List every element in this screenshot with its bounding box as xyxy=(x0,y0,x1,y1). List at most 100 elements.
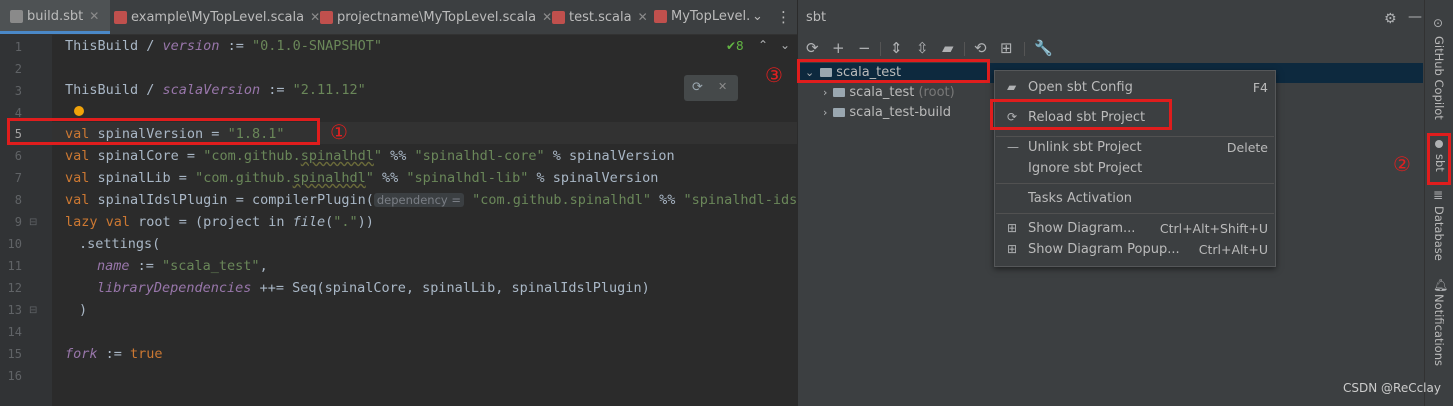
tab-label: test.scala xyxy=(569,10,632,25)
diagram-icon: ⊞ xyxy=(1007,242,1018,256)
code-line: fork := true xyxy=(65,346,163,362)
reload-all-icon[interactable]: ⟳ xyxy=(806,40,819,56)
line-number: 10 xyxy=(7,237,22,251)
menu-item-open-sbt-config[interactable]: ▰ Open sbt Config F4 xyxy=(995,77,1275,99)
tab-mytoplevel-truncated[interactable]: MyTopLevel. xyxy=(650,0,749,34)
menu-item-ignore-sbt-project[interactable]: Ignore sbt Project xyxy=(995,158,1275,180)
toolbar-divider xyxy=(880,42,881,56)
gear-icon[interactable]: ⚙ xyxy=(1384,11,1397,27)
diagram-icon[interactable]: ⊞ xyxy=(1000,40,1013,56)
intention-bulb-icon[interactable] xyxy=(74,106,84,116)
module-folder-icon xyxy=(833,108,846,117)
code-line: ThisBuild / scalaVersion := "2.11.12" xyxy=(65,82,366,98)
menu-item-unlink-sbt-project[interactable]: — Unlink sbt Project Delete xyxy=(995,137,1275,159)
tab-build-sbt[interactable]: build.sbt ✕ xyxy=(0,0,110,34)
toolbar-divider xyxy=(964,42,965,56)
code-editor[interactable]: ThisBuild / version := "0.1.0-SNAPSHOT" … xyxy=(52,35,797,406)
run-task-icon[interactable]: ⟲ xyxy=(974,40,987,56)
close-icon[interactable]: ✕ xyxy=(638,10,648,24)
editor-tab-bar: build.sbt ✕ example\MyTopLevel.scala ✕ pro… xyxy=(0,0,797,35)
code-line: val spinalLib = "com.github.spinalhdl" %… xyxy=(65,170,659,186)
parameter-hint: dependency = xyxy=(373,193,464,207)
scala-file-icon xyxy=(654,10,667,23)
expand-all-icon[interactable]: ⇕ xyxy=(890,40,903,56)
close-icon[interactable]: ✕ xyxy=(89,9,99,23)
tree-item-label: scala_test-build xyxy=(849,105,951,120)
tab-projectname-mytoplevel[interactable]: projectname\MyTopLevel.scala ✕ xyxy=(316,0,552,34)
fold-marker-icon[interactable]: ⊟ xyxy=(29,305,37,316)
menu-item-shortcut: F4 xyxy=(1252,80,1268,95)
annotation-marker-2: ② xyxy=(1393,152,1411,176)
highlight-box-spinal-version xyxy=(7,118,320,145)
scala-file-icon xyxy=(552,11,565,24)
settings-wrench-icon[interactable]: 🔧 xyxy=(1034,40,1053,56)
scala-file-icon xyxy=(114,11,127,24)
tab-label: build.sbt xyxy=(27,9,84,24)
minus-icon: — xyxy=(1007,140,1019,154)
menu-item-shortcut: Delete xyxy=(1226,140,1268,155)
chevron-right-icon[interactable]: › xyxy=(823,106,827,119)
fold-marker-icon[interactable]: ⊟ xyxy=(29,217,37,228)
tool-button-notifications[interactable]: Notifications xyxy=(1432,294,1446,366)
tab-overflow-chevron-icon[interactable]: ⌄ xyxy=(752,0,768,34)
scala-file-icon xyxy=(320,11,333,24)
tab-example-mytoplevel[interactable]: example\MyTopLevel.scala ✕ xyxy=(110,0,320,34)
menu-item-label: Show Diagram Popup... xyxy=(1028,242,1180,257)
sbt-reload-icon[interactable]: ⟳ xyxy=(692,80,703,95)
line-number: 1 xyxy=(14,40,22,54)
line-number: 2 xyxy=(14,62,22,76)
code-line: ThisBuild / version := "0.1.0-SNAPSHOT" xyxy=(65,38,383,54)
menu-item-show-diagram[interactable]: ⊞ Show Diagram... Ctrl+Alt+Shift+U xyxy=(995,218,1275,240)
chevron-right-icon[interactable]: › xyxy=(823,86,827,99)
line-number: 7 xyxy=(14,171,22,185)
code-line: .settings( xyxy=(79,236,161,252)
tree-item-suffix: (root) xyxy=(918,85,955,100)
menu-item-show-diagram-popup[interactable]: ⊞ Show Diagram Popup... Ctrl+Alt+U xyxy=(995,239,1275,261)
copilot-icon: ⊙ xyxy=(1433,16,1444,30)
next-highlight-icon[interactable]: ⌄ xyxy=(780,38,790,52)
code-line: val spinalIdslPlugin = compilerPlugin(de… xyxy=(65,192,797,208)
line-number: 12 xyxy=(7,281,22,295)
more-icon[interactable]: ⋮ xyxy=(776,0,791,34)
line-number: 13 xyxy=(7,303,22,317)
menu-item-label: Open sbt Config xyxy=(1028,80,1133,95)
tree-item-label: scala_test xyxy=(849,85,915,100)
menu-item-label: Ignore sbt Project xyxy=(1028,161,1143,176)
menu-item-label: Unlink sbt Project xyxy=(1028,140,1142,155)
highlight-box-reload xyxy=(990,99,1172,130)
menu-separator xyxy=(996,183,1274,184)
tree-item-scala-test-root[interactable]: › scala_test (root) xyxy=(823,85,955,100)
line-number: 15 xyxy=(7,347,22,361)
close-icon[interactable]: ✕ xyxy=(718,80,727,93)
tool-button-github-copilot[interactable]: GitHub Copilot xyxy=(1432,36,1446,120)
bell-icon: 🔔︎ xyxy=(1433,278,1449,292)
module-folder-icon xyxy=(833,88,846,97)
tab-test-scala[interactable]: test.scala ✕ xyxy=(548,0,652,34)
line-number: 8 xyxy=(14,193,22,207)
line-number: 6 xyxy=(14,149,22,163)
tool-button-database[interactable]: Database xyxy=(1432,206,1446,261)
code-line: lazy val root = (project in file(".")) xyxy=(65,214,374,230)
inspection-count[interactable]: ✔8 xyxy=(726,39,744,53)
line-number: 14 xyxy=(7,325,22,339)
toolbar-divider xyxy=(1024,42,1025,56)
minimize-icon[interactable]: — xyxy=(1408,9,1422,25)
remove-icon[interactable]: − xyxy=(858,40,871,56)
annotation-marker-1: ① xyxy=(330,120,348,144)
tab-label: example\MyTopLevel.scala xyxy=(131,10,305,25)
folder-icon[interactable]: ▰ xyxy=(942,40,954,56)
add-icon[interactable]: + xyxy=(832,40,845,56)
load-sbt-changes-popup[interactable]: ⟳ ✕ xyxy=(684,75,738,101)
code-line: val spinalCore = "com.github.spinalhdl" … xyxy=(65,148,675,164)
code-line: libraryDependencies ++= Seq(spinalCore, … xyxy=(97,280,650,296)
watermark: CSDN @ReCclay xyxy=(1343,381,1441,395)
line-number-gutter: 1 2 3 4 5 6 7 8 9 10 11 12 13 14 15 16 ⊟… xyxy=(0,35,52,406)
code-line: name := "scala_test", xyxy=(97,258,268,274)
tree-item-scala-test-build[interactable]: › scala_test-build xyxy=(823,105,951,120)
menu-item-label: Show Diagram... xyxy=(1028,221,1136,236)
previous-highlight-icon[interactable]: ⌃ xyxy=(758,38,768,52)
menu-item-shortcut: Ctrl+Alt+U xyxy=(1198,242,1268,257)
menu-item-tasks-activation[interactable]: Tasks Activation xyxy=(995,188,1275,210)
collapse-all-icon[interactable]: ⇳ xyxy=(916,40,929,56)
line-number: 16 xyxy=(7,369,22,383)
